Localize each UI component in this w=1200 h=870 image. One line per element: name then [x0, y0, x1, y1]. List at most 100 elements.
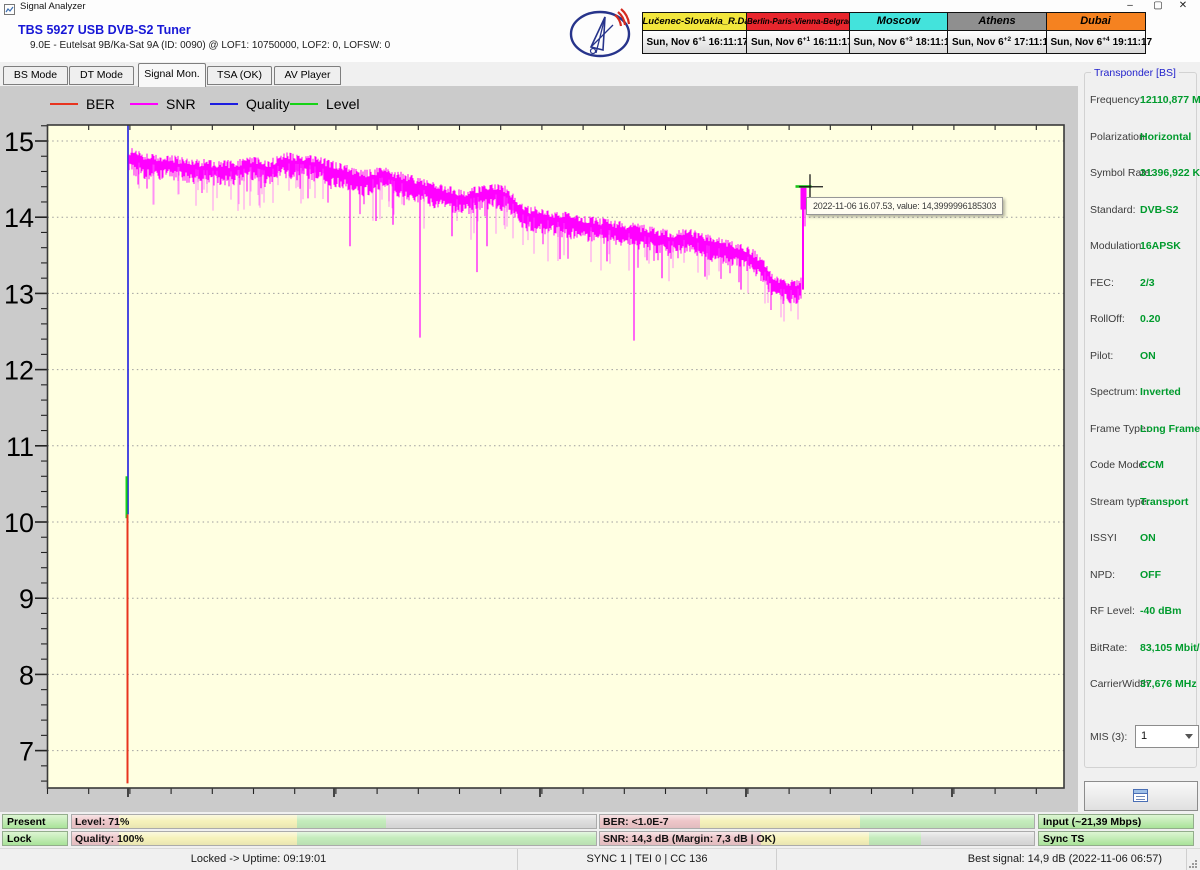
- ts-details-button[interactable]: [1084, 781, 1198, 811]
- meter-bar-level-text: Level: 71%: [75, 815, 129, 829]
- transponder-value: ON: [1140, 532, 1156, 544]
- svg-text:15: 15: [4, 127, 34, 157]
- transponder-row: Modulation:16APSK: [1085, 240, 1196, 254]
- statusbar-segment-2: Best signal: 14,9 dB (2022-11-06 06:57): [777, 849, 1187, 870]
- meter-bar-quality-text: Quality: 100%: [75, 832, 144, 846]
- transponder-value: Long Frame: [1140, 423, 1200, 435]
- clock-city-label: Dubai: [1047, 13, 1145, 31]
- transponder-value: ON: [1140, 350, 1156, 362]
- clock-lu-enec-slovakia-r-d-vid: Lučenec-Slovakia_R.DávidSun, Nov 6+116:1…: [642, 12, 748, 54]
- transponder-group-title: Transponder [BS]: [1091, 67, 1179, 79]
- transponder-label: NPD:: [1090, 569, 1115, 581]
- svg-text:14: 14: [4, 203, 34, 233]
- tuner-title: TBS 5927 USB DVB-S2 Tuner: [18, 23, 191, 37]
- transponder-label: Frequency:: [1090, 94, 1143, 106]
- clock-city-label: Moscow: [850, 13, 948, 31]
- transponder-value: 37,676 MHz: [1140, 678, 1197, 690]
- svg-text:13: 13: [4, 279, 34, 309]
- header: TBS 5927 USB DVB-S2 Tuner 9.0E - Eutelsa…: [0, 16, 1200, 62]
- transponder-row: Pilot: ON: [1085, 350, 1196, 364]
- tab-dt-mode[interactable]: DT Mode: [69, 66, 134, 85]
- transponder-row: RollOff: 0.20: [1085, 313, 1196, 327]
- transponder-value: 2/3: [1140, 277, 1155, 289]
- status-badge-present: Present: [2, 814, 68, 829]
- transponder-value: 83,105 Mbit/s: [1140, 642, 1200, 654]
- clock-time: Sun, Nov 6+116:11:17: [643, 31, 747, 53]
- clock-athens: AthensSun, Nov 6+217:11:17: [947, 12, 1047, 54]
- window-title: Signal Analyzer: [20, 1, 85, 12]
- transponder-label: Pilot:: [1090, 350, 1113, 362]
- resize-grip[interactable]: [1189, 860, 1197, 868]
- transponder-label: RollOff:: [1090, 313, 1125, 325]
- statusbar: Locked -> Uptime: 09:19:01SYNC 1 | TEI 0…: [0, 848, 1200, 870]
- close-button[interactable]: ✕: [1172, 0, 1194, 15]
- statusbar-segment-0: Locked -> Uptime: 09:19:01: [0, 849, 518, 870]
- meter-row: Lock Quality: 100% SNR: 14,3 dB (Margin: 7…: [0, 831, 1200, 846]
- signal-chart-panel[interactable]: BERSNRQualityLevel 151413121110987 2022-…: [0, 86, 1078, 812]
- status-badge-input: Input (~21,39 Mbps): [1038, 814, 1194, 829]
- clock-time: Sun, Nov 6+419:11:17: [1047, 31, 1145, 53]
- signal-analyzer-window: Signal Analyzer – ▢ ✕ TBS 5927 USB DVB-S…: [0, 0, 1200, 870]
- clock-moscow: MoscowSun, Nov 6+318:11:17: [849, 12, 949, 54]
- tab-signal-mon-[interactable]: Signal Mon.: [138, 63, 206, 87]
- svg-text:9: 9: [19, 584, 34, 614]
- meter-bar-snr-text: SNR: 14,3 dB (Margin: 7,3 dB | OK): [603, 832, 776, 846]
- transponder-row: ISSYI ON: [1085, 532, 1196, 546]
- svg-text:7: 7: [19, 737, 34, 767]
- transponder-value: -40 dBm: [1140, 605, 1181, 617]
- transponder-value: 12110,877 MHz: [1140, 94, 1200, 106]
- transponder-row: Spectrum:Inverted: [1085, 386, 1196, 400]
- transponder-row: BitRate:83,105 Mbit/s: [1085, 642, 1196, 656]
- transponder-row: Polarization:Horizontal: [1085, 131, 1196, 145]
- mis-row: MIS (3): 1: [1085, 725, 1196, 749]
- transponder-label: Code Mode:: [1090, 459, 1147, 471]
- maximize-button[interactable]: ▢: [1147, 0, 1169, 15]
- clock-city-label: Berlin-Paris-Vienna-Belgrade: [747, 13, 849, 31]
- transponder-label: FEC:: [1090, 277, 1114, 289]
- transponder-row: Frame Type:Long Frame: [1085, 423, 1196, 437]
- transponder-label: Standard:: [1090, 204, 1136, 216]
- meter-bar-ber: BER: <1.0E-7: [599, 814, 1035, 829]
- chart-tooltip: 2022-11-06 16.07.53, value: 14,399999618…: [806, 197, 1003, 215]
- clock-time: Sun, Nov 6+116:11:17: [747, 31, 849, 53]
- transponder-value: Inverted: [1140, 386, 1181, 398]
- transponder-panel: Transponder [BS] Frequency:12110,877 MHz…: [1080, 62, 1200, 812]
- transponder-label: RF Level:: [1090, 605, 1135, 617]
- meter-bar-ber-text: BER: <1.0E-7: [603, 815, 669, 829]
- chevron-down-icon: [1185, 734, 1193, 739]
- meter-bar-quality: Quality: 100%: [71, 831, 597, 846]
- tab-bs-mode[interactable]: BS Mode: [3, 66, 68, 85]
- clock-city-label: Athens: [948, 13, 1046, 31]
- transponder-row: Frequency:12110,877 MHz: [1085, 94, 1196, 108]
- snr-chart[interactable]: 151413121110987: [0, 86, 1078, 812]
- mis-label: MIS (3):: [1090, 731, 1127, 743]
- transponder-groupbox: Transponder [BS] Frequency:12110,877 MHz…: [1084, 72, 1197, 768]
- transponder-label: Spectrum:: [1090, 386, 1138, 398]
- clock-dubai: DubaiSun, Nov 6+419:11:17: [1046, 12, 1146, 54]
- svg-text:12: 12: [4, 356, 34, 386]
- tooltip-text: 2022-11-06 16.07.53, value: 14,399999618…: [813, 201, 996, 211]
- svg-text:11: 11: [6, 432, 34, 462]
- tab-av-player[interactable]: AV Player: [274, 66, 341, 85]
- transponder-row: CarrierWidth:37,676 MHz: [1085, 678, 1196, 692]
- mis-selected-value: 1: [1141, 730, 1147, 742]
- app-icon: [4, 2, 15, 13]
- status-badge-lock: Lock: [2, 831, 68, 846]
- transponder-label: BitRate:: [1090, 642, 1127, 654]
- transponder-value: OFF: [1140, 569, 1161, 581]
- satellite-dish-logo-icon: [563, 3, 637, 61]
- tab-tsa-ok-[interactable]: TSA (OK): [207, 66, 272, 85]
- tuner-subtitle: 9.0E - Eutelsat 9B/Ka-Sat 9A (ID: 0090) …: [30, 40, 390, 51]
- mis-select[interactable]: 1: [1135, 725, 1199, 748]
- statusbar-segment-1: SYNC 1 | TEI 0 | CC 136: [518, 849, 777, 870]
- clock-time: Sun, Nov 6+318:11:17: [850, 31, 948, 53]
- meter-row: Present Level: 71% BER: <1.0E-7 Input (~21,…: [0, 814, 1200, 829]
- transponder-value: 0.20: [1140, 313, 1160, 325]
- transponder-row: Symbol Rate:31396,922 KS/s: [1085, 167, 1196, 181]
- mode-tabs: BS ModeDT ModeSignal Mon.TSA (OK)AV Play…: [0, 62, 1200, 86]
- transponder-value: DVB-S2: [1140, 204, 1179, 216]
- transponder-label: ISSYI: [1090, 532, 1117, 544]
- clock-time: Sun, Nov 6+217:11:17: [948, 31, 1046, 53]
- transponder-label: Modulation:: [1090, 240, 1144, 252]
- svg-text:8: 8: [19, 660, 34, 690]
